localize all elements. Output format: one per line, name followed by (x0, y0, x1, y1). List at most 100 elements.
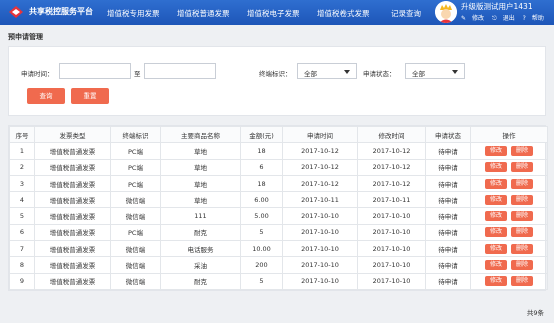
table-cell: 2017-10-12 (357, 174, 426, 193)
table-cell: 增值税普通发票 (34, 256, 111, 274)
col-header: 申请状态 (425, 125, 471, 144)
edit-button[interactable]: 修改 (485, 178, 507, 189)
delete-button[interactable]: 删除 (511, 194, 533, 205)
query-button[interactable]: 查询 (27, 88, 65, 104)
edit-button[interactable]: 修改 (485, 276, 507, 287)
delete-button[interactable]: 删除 (511, 211, 533, 222)
help-link[interactable]: 帮助 (532, 15, 544, 22)
table-cell: 待申请 (425, 174, 471, 193)
edit-button[interactable]: 修改 (485, 227, 507, 238)
actions-cell: 修改 删除 (470, 191, 548, 209)
table-cell: 4 (9, 191, 35, 209)
status-label: 申请状态： (363, 70, 396, 78)
record-count: 共9条 (526, 309, 544, 317)
table-cell: 草地 (160, 191, 241, 209)
edit-button[interactable]: 修改 (485, 260, 507, 271)
modify-link[interactable]: 修改 (472, 15, 484, 22)
table-row: 3 增值税普通发票 PC端 草地 18 2017-10-12 2017-10-12 待申请 修改… (9, 174, 548, 193)
col-header: 发票类型 (34, 125, 111, 144)
table-cell: 2017-10-10 (357, 272, 426, 290)
edit-button[interactable]: 修改 (485, 162, 507, 173)
nav-roll-invoice[interactable]: 增值税卷式发票 (317, 8, 370, 19)
table-cell: 微信端 (110, 207, 161, 225)
terminal-select[interactable]: 全部 (297, 63, 357, 79)
nav-electronic-invoice[interactable]: 增值税电子发票 (247, 8, 300, 19)
col-header: 终端标识 (110, 125, 161, 144)
end-date-input[interactable] (144, 63, 216, 79)
table-cell: 8 (9, 256, 35, 274)
table-cell: 待申请 (425, 191, 471, 209)
table-cell: 18 (240, 142, 283, 160)
table-row: 7 增值税普通发票 微信端 电话服务 10.00 2017-10-10 2017-10-10… (9, 240, 548, 258)
actions-cell: 修改 删除 (470, 158, 548, 176)
table-cell: 采油 (160, 256, 241, 274)
delete-button[interactable]: 删除 (511, 243, 533, 254)
logout-link[interactable]: 退出 (503, 15, 515, 22)
table-cell: PC端 (110, 174, 161, 193)
actions-cell: 修改 删除 (470, 240, 548, 258)
actions-cell: 修改 删除 (470, 174, 548, 193)
actions-cell: 修改 删除 (470, 256, 548, 274)
table-cell: 增值税普通发票 (34, 191, 111, 209)
to-label: 至 (134, 70, 141, 78)
col-header: 申请时间 (282, 125, 358, 144)
delete-button[interactable]: 删除 (511, 260, 533, 271)
delete-button[interactable]: 删除 (511, 178, 533, 189)
table-cell: 2017-10-10 (357, 240, 426, 258)
table-cell: 6 (240, 158, 283, 176)
status-select-value: 全部 (412, 70, 425, 78)
table-cell: 草地 (160, 158, 241, 176)
table-cell: 待申请 (425, 142, 471, 160)
table-cell: 2017-10-12 (357, 142, 426, 160)
top-nav-bar: 共享税控服务平台 增值税专用发票 增值税普通发票 增值税电子发票 增值税卷式发票… (0, 0, 554, 25)
edit-button[interactable]: 修改 (485, 211, 507, 222)
table-cell: 2017-10-12 (282, 174, 358, 193)
col-header: 操作 (470, 125, 548, 144)
table-cell: 2017-10-12 (282, 158, 358, 176)
table-cell: 电话服务 (160, 240, 241, 258)
table-cell: 2017-10-10 (357, 223, 426, 242)
status-select[interactable]: 全部 (405, 63, 465, 79)
table-cell: 2017-10-10 (282, 240, 358, 258)
nav-record-query[interactable]: 记录查询 (391, 8, 421, 19)
apply-time-label: 申请时间： (21, 70, 54, 78)
terminal-label: 终端标识： (259, 70, 292, 78)
table-row: 6 增值税普通发票 PC端 耐克 5 2017-10-10 2017-10-10 待申请 修改删… (9, 223, 548, 242)
delete-button[interactable]: 删除 (511, 162, 533, 173)
user-links: ✎ 修改 ⎋ 退出 ? 帮助 (461, 13, 550, 23)
reset-button[interactable]: 重置 (71, 88, 109, 104)
user-avatar-icon[interactable] (435, 1, 457, 23)
col-header: 修改时间 (357, 125, 426, 144)
table-cell: 2017-10-11 (357, 191, 426, 209)
delete-button[interactable]: 删除 (511, 276, 533, 287)
table-cell: 5.00 (240, 207, 283, 225)
col-header: 主要商品名称 (160, 125, 241, 144)
user-name: 升级版测试用户1431 (461, 2, 533, 11)
delete-button[interactable]: 删除 (511, 227, 533, 238)
table-cell: 耐克 (160, 223, 241, 242)
edit-button[interactable]: 修改 (485, 194, 507, 205)
table-cell: 耐克 (160, 272, 241, 290)
actions-cell: 修改 删除 (470, 272, 548, 290)
table-cell: 2017-10-10 (357, 207, 426, 225)
actions-cell: 修改 删除 (470, 142, 548, 160)
table-cell: 5 (9, 207, 35, 225)
table-header-row: 序号 发票类型 终端标识 主要商品名称 金额(元) 申请时间 修改时间 申请状态… (9, 125, 548, 144)
table-cell: 草地 (160, 174, 241, 193)
nav-special-invoice[interactable]: 增值税专用发票 (107, 8, 160, 19)
start-date-input[interactable] (59, 63, 131, 79)
delete-button[interactable]: 删除 (511, 145, 533, 156)
table-cell: 增值税普通发票 (34, 142, 111, 160)
table-cell: 待申请 (425, 256, 471, 274)
nav-normal-invoice[interactable]: 增值税普通发票 (177, 8, 230, 19)
table-cell: 待申请 (425, 272, 471, 290)
table-cell: 待申请 (425, 207, 471, 225)
table-cell: 6.00 (240, 191, 283, 209)
table-cell: 9 (9, 272, 35, 290)
terminal-select-value: 全部 (304, 70, 317, 78)
edit-button[interactable]: 修改 (485, 243, 507, 254)
table-row: 9 增值税普通发票 微信端 耐克 5 2017-10-10 2017-10-10 待申请 修改删… (9, 272, 548, 290)
table-cell: 待申请 (425, 223, 471, 242)
edit-button[interactable]: 修改 (485, 145, 507, 156)
table-cell: 增值税普通发票 (34, 223, 111, 242)
